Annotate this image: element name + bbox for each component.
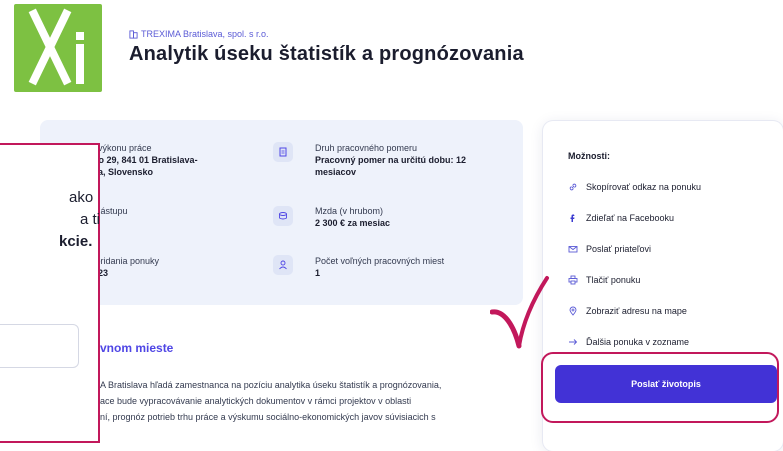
info-contract-line-2: mesiacov <box>315 167 357 177</box>
hand-drawn-arrow-icon <box>490 276 549 349</box>
print-label: Tlačiť ponuku <box>586 275 641 285</box>
mail-icon <box>568 246 578 253</box>
link-icon <box>569 183 577 191</box>
popup-dialog: ako a ti kcie. <box>0 143 100 443</box>
info-positions-value: 1 <box>315 268 321 278</box>
job-info-panel: to výkonu práce ého 29, 841 01 Bratislav… <box>40 120 523 305</box>
arrow-right-icon <box>569 339 578 345</box>
send-friend-label: Poslať priateľovi <box>586 244 652 254</box>
coins-icon <box>273 206 293 226</box>
info-workplace-line-1: ého 29, 841 01 Bratislava- <box>88 155 198 165</box>
popup-text-line-2: a ti <box>80 211 101 228</box>
printer-icon <box>568 275 578 285</box>
building-icon <box>129 29 138 39</box>
print-option[interactable]: Tlačiť ponuku <box>568 275 640 285</box>
share-facebook-option[interactable]: Zdieľať na Facebooku <box>568 213 674 223</box>
company-logo <box>14 4 102 92</box>
info-positions: Počet voľných pracovných miest 1 <box>315 255 444 279</box>
info-salary-label: Mzda (v hrubom) <box>315 206 384 216</box>
info-contract: Druh pracovného pomeru Pracovný pomer na… <box>315 142 466 178</box>
job-description: A Bratislava hľadá zamestnanca na pozíci… <box>100 377 520 425</box>
next-offer-option[interactable]: Ďalšia ponuka v zozname <box>568 337 689 347</box>
info-workplace-label: to výkonu práce <box>88 143 152 153</box>
info-positions-label: Počet voľných pracovných miest <box>315 256 445 266</box>
info-salary: Mzda (v hrubom) 2 300 € za mesiac <box>315 205 390 229</box>
send-cv-highlight <box>541 352 779 423</box>
copy-link-label: Skopírovať odkaz na ponuku <box>586 182 701 192</box>
page-title: Analytik úseku štatistík a prognózovania <box>129 43 524 65</box>
section-heading: vnom mieste <box>100 341 174 355</box>
show-map-option[interactable]: Zobraziť adresu na mape <box>568 306 687 316</box>
popup-text-line-1: ako <box>69 189 94 206</box>
send-friend-option[interactable]: Poslať priateľovi <box>568 244 651 254</box>
document-icon <box>273 142 293 162</box>
options-title: Možnosti: <box>568 151 610 161</box>
xi-logo-mark <box>28 8 84 86</box>
info-contract-line-1: Pracovný pomer na určitú dobu: 12 <box>315 155 467 165</box>
share-facebook-label: Zdieľať na Facebooku <box>586 213 675 223</box>
map-pin-icon <box>569 306 577 316</box>
info-salary-value: 2 300 € za mesiac <box>315 218 391 228</box>
show-map-label: Zobraziť adresu na mape <box>586 306 687 316</box>
copy-link-option[interactable]: Skopírovať odkaz na ponuku <box>568 182 701 192</box>
popup-text-line-3: kcie. <box>59 233 93 250</box>
company-name[interactable]: TREXIMA Bratislava, spol. s r.o. <box>129 29 269 39</box>
description-line-2: ace bude vypracovávanie analytických dok… <box>100 396 412 406</box>
people-icon <box>273 255 293 275</box>
company-name-text: TREXIMA Bratislava, spol. s r.o. <box>141 29 269 39</box>
info-workplace: to výkonu práce ého 29, 841 01 Bratislav… <box>88 142 198 178</box>
facebook-icon <box>570 214 575 222</box>
info-workplace-line-2: vka, Slovensko <box>88 167 154 177</box>
info-contract-label: Druh pracovného pomeru <box>315 143 418 153</box>
description-line-1: A Bratislava hľadá zamestnanca na pozíci… <box>100 380 442 390</box>
next-offer-label: Ďalšia ponuka v zozname <box>586 337 690 347</box>
popup-input-field[interactable] <box>0 324 79 368</box>
description-line-3: ní, prognóz potrieb trhu práce a výskumu… <box>100 412 436 422</box>
